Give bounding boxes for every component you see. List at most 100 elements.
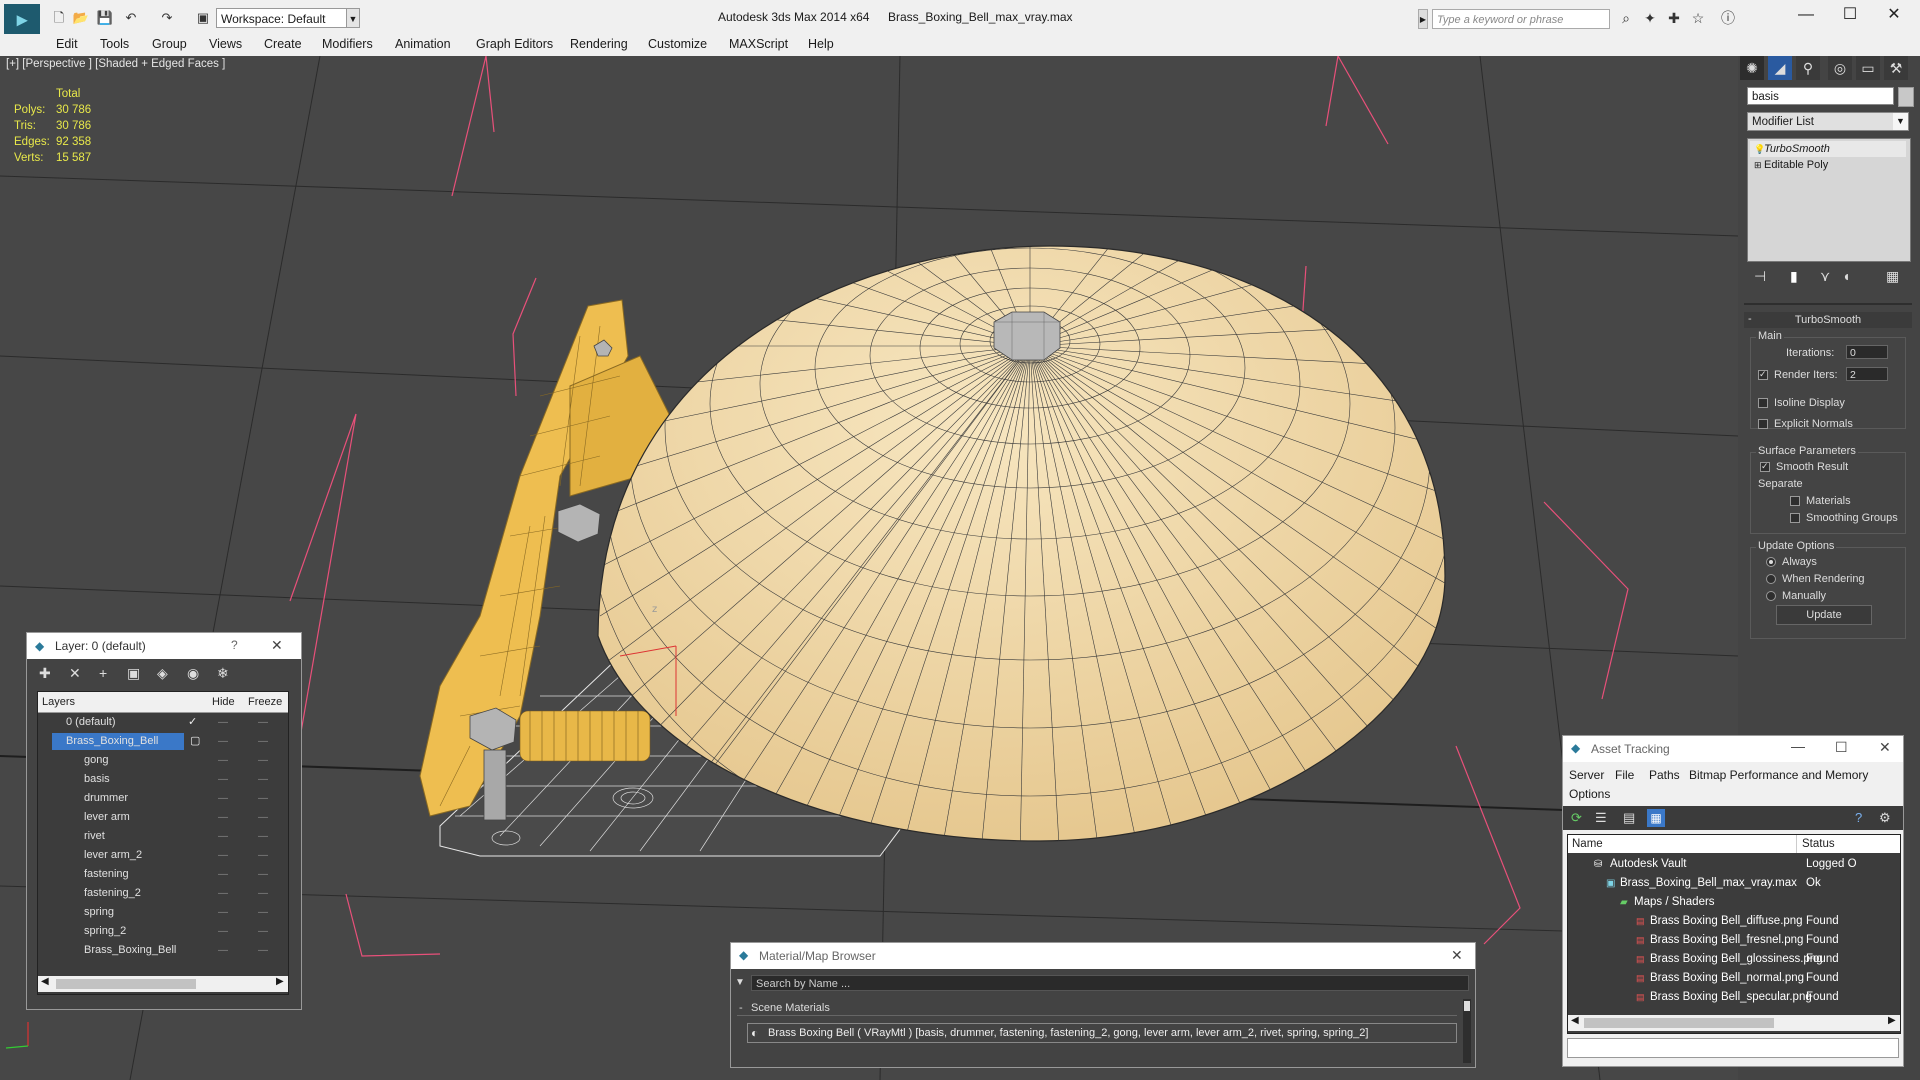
options-menu-icon[interactable]: ▼ (735, 977, 745, 988)
asset-row[interactable]: ▤ Brass Boxing Bell_diffuse.png Found (1574, 912, 1902, 931)
object-color-swatch[interactable] (1898, 87, 1914, 107)
layer-row[interactable]: fastening — — (38, 865, 288, 884)
hide-toggle[interactable]: — (218, 827, 228, 846)
freeze-toggle[interactable]: — (258, 789, 268, 808)
save-file-icon[interactable]: 💾 (96, 10, 114, 26)
open-file-icon[interactable]: 📂 (72, 10, 90, 26)
asset-tracking-titlebar[interactable]: ◆ Asset Tracking — ☐ ✕ (1563, 736, 1903, 762)
horizontal-scrollbar[interactable]: ◀ ▶ (38, 976, 288, 992)
asset-row[interactable]: ▰ Maps / Shaders (1574, 893, 1902, 912)
asset-row[interactable]: ⛁ Autodesk Vault Logged O (1574, 855, 1902, 874)
minimize-icon[interactable]: — (1786, 4, 1826, 26)
freeze-toggle[interactable]: — (258, 941, 268, 960)
hide-toggle[interactable]: — (218, 922, 228, 941)
freeze-toggle[interactable]: — (258, 751, 268, 770)
col-status[interactable]: Status (1802, 835, 1835, 853)
expand-search-icon[interactable]: ▶ (1418, 9, 1428, 29)
utilities-tab-icon[interactable]: ⚒ (1884, 56, 1908, 80)
layer-row[interactable]: rivet — — (38, 827, 288, 846)
delete-layer-icon[interactable]: ✕ (69, 665, 81, 682)
tree-view-icon[interactable]: ▤ (1623, 810, 1635, 826)
hierarchy-tab-icon[interactable]: ⚲ (1796, 56, 1820, 80)
layer-help-button[interactable]: ? (231, 638, 238, 652)
stack-item-turbosmooth[interactable]: TurboSmooth (1750, 141, 1906, 157)
motion-tab-icon[interactable]: ◎ (1828, 56, 1852, 80)
display-tab-icon[interactable]: ▭ (1856, 56, 1880, 80)
create-tab-icon[interactable]: ✺ (1740, 56, 1764, 80)
active-layer-icon[interactable]: ▢ (190, 732, 200, 751)
layer-row[interactable]: fastening_2 — — (38, 884, 288, 903)
close-icon[interactable]: ✕ (271, 637, 283, 654)
layer-row[interactable]: lever arm — — (38, 808, 288, 827)
hide-toggle[interactable]: — (218, 789, 228, 808)
explicit-normals-checkbox[interactable] (1758, 419, 1768, 429)
menu-rendering[interactable]: Rendering (570, 37, 628, 51)
menu-maxscript[interactable]: MAXScript (729, 37, 788, 51)
layer-row[interactable]: Brass_Boxing_Bell ▢ — — (38, 732, 288, 751)
iterations-spinner[interactable]: 0 (1846, 345, 1888, 359)
isoline-display-checkbox[interactable] (1758, 398, 1768, 408)
col-freeze[interactable]: Freeze (248, 692, 282, 712)
freeze-toggle[interactable]: — (258, 922, 268, 941)
hide-all-icon[interactable]: ◉ (187, 665, 199, 682)
scrollbar-thumb[interactable] (1584, 1018, 1774, 1028)
highlight-layer-icon[interactable]: ◈ (157, 665, 168, 682)
menu-group[interactable]: Group (152, 37, 187, 51)
menu-tools[interactable]: Tools (100, 37, 129, 51)
freeze-toggle[interactable]: — (258, 808, 268, 827)
hide-toggle[interactable]: — (218, 941, 228, 960)
render-iters-checkbox[interactable] (1758, 369, 1768, 380)
update-manually-radio[interactable] (1766, 591, 1776, 601)
favorites-star-icon[interactable]: ☆ (1688, 10, 1708, 26)
lightbulb-icon[interactable]: 💡 (1754, 144, 1765, 155)
menu-bitmap-performance[interactable]: Bitmap Performance and Memory (1689, 768, 1868, 782)
scroll-right-icon[interactable]: ▶ (276, 976, 284, 987)
smoothing-groups-checkbox[interactable] (1790, 513, 1800, 523)
subscription-icon[interactable]: ✚ (1664, 10, 1684, 26)
turbosmooth-rollout-header[interactable]: TurboSmooth (1744, 312, 1912, 328)
layer-row[interactable]: gong — — (38, 751, 288, 770)
settings-icon[interactable]: ⚙ (1879, 810, 1891, 826)
hide-toggle[interactable]: — (218, 732, 228, 751)
material-search-input[interactable]: Search by Name ... (751, 975, 1469, 991)
col-name[interactable]: Name (1572, 835, 1603, 853)
viewport-label[interactable]: [+] [Perspective ] [Shaded + Edged Faces… (6, 58, 225, 70)
scroll-left-icon[interactable]: ◀ (1571, 1015, 1579, 1026)
layer-row[interactable]: basis — — (38, 770, 288, 789)
refresh-icon[interactable]: ⟳ (1571, 810, 1582, 826)
configure-modifier-sets-icon[interactable]: ▦ (1886, 268, 1899, 285)
asset-path-field[interactable] (1567, 1038, 1899, 1058)
modifier-list-dropdown[interactable]: Modifier List (1747, 112, 1909, 131)
help-icon[interactable]: ? (1855, 810, 1862, 825)
update-when-rendering-radio[interactable] (1766, 574, 1776, 584)
freeze-toggle[interactable]: — (258, 865, 268, 884)
menu-server[interactable]: Server (1569, 768, 1604, 782)
hide-toggle[interactable]: — (218, 884, 228, 903)
material-item[interactable]: ◐ Brass Boxing Bell ( VRayMtl ) [basis, … (747, 1023, 1457, 1043)
undo-icon[interactable]: ↶ (122, 10, 140, 26)
asset-row[interactable]: ▤ Brass Boxing Bell_specular.png Found (1574, 988, 1902, 1007)
freeze-toggle[interactable]: — (258, 827, 268, 846)
make-unique-icon[interactable]: ⋎ (1820, 268, 1830, 285)
minimize-icon[interactable]: — (1791, 738, 1805, 754)
list-view-icon[interactable]: ☰ (1595, 810, 1607, 826)
menu-modifiers[interactable]: Modifiers (322, 37, 373, 51)
freeze-toggle[interactable]: — (258, 770, 268, 789)
table-view-icon[interactable]: ▦ (1647, 809, 1665, 827)
menu-edit[interactable]: Edit (56, 37, 78, 51)
hide-toggle[interactable]: — (218, 751, 228, 770)
hide-toggle[interactable]: — (218, 770, 228, 789)
chevron-down-icon[interactable]: ▼ (346, 8, 360, 28)
layer-row[interactable]: spring_2 — — (38, 922, 288, 941)
render-iters-spinner[interactable]: 2 (1846, 367, 1888, 381)
hide-toggle[interactable]: — (218, 713, 228, 732)
scrollbar-thumb[interactable] (56, 979, 196, 989)
app-logo-icon[interactable]: ▸ (4, 4, 40, 34)
project-folder-icon[interactable]: ▣ (194, 10, 212, 26)
hide-toggle[interactable]: — (218, 903, 228, 922)
close-icon[interactable]: ✕ (1874, 4, 1914, 26)
asset-row[interactable]: ▤ Brass Boxing Bell_glossiness.png Found (1574, 950, 1902, 969)
asset-row[interactable]: ▤ Brass Boxing Bell_normal.png Found (1574, 969, 1902, 988)
menu-customize[interactable]: Customize (648, 37, 707, 51)
freeze-toggle[interactable]: — (258, 884, 268, 903)
